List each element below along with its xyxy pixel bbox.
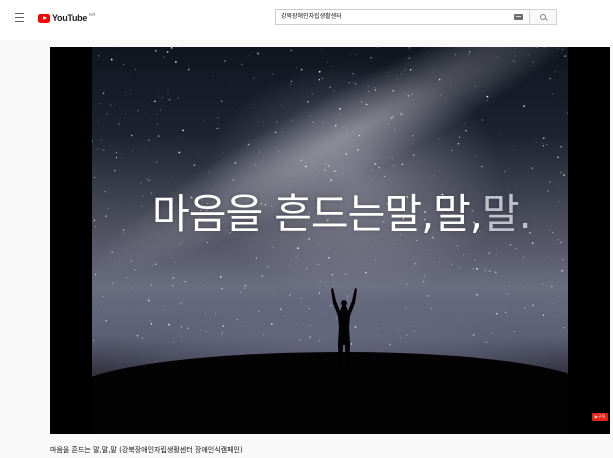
masthead: YouTube KR 강북장애인자립생활센터 xyxy=(0,0,613,40)
hamburger-menu-icon[interactable] xyxy=(15,11,27,25)
subscribe-watermark-button[interactable]: ▶구독 xyxy=(592,413,608,421)
keyboard-icon[interactable] xyxy=(514,14,523,20)
video-title: 마음을 흔드는 말,말,말 (강북장애인자립생활센터 장애인식캠페인) xyxy=(50,446,243,454)
video-player[interactable]: 마음을 흔드는말,말,말. xyxy=(50,47,610,434)
youtube-play-icon xyxy=(38,13,50,23)
video-overlay-text: 마음을 흔드는말,말,말. xyxy=(152,190,532,238)
person-silhouette xyxy=(331,288,357,367)
video-frame[interactable]: 마음을 흔드는말,말,말. xyxy=(92,47,568,434)
logo-text: YouTube xyxy=(52,13,88,23)
search-button[interactable] xyxy=(529,9,557,25)
search-input[interactable]: 강북장애인자립생활센터 xyxy=(275,9,529,25)
youtube-logo[interactable]: YouTube KR xyxy=(38,11,95,25)
logo-country-code: KR xyxy=(89,11,96,17)
search-input-value: 강북장애인자립생활센터 xyxy=(281,13,342,20)
search-bar: 강북장애인자립생활센터 xyxy=(275,9,557,25)
